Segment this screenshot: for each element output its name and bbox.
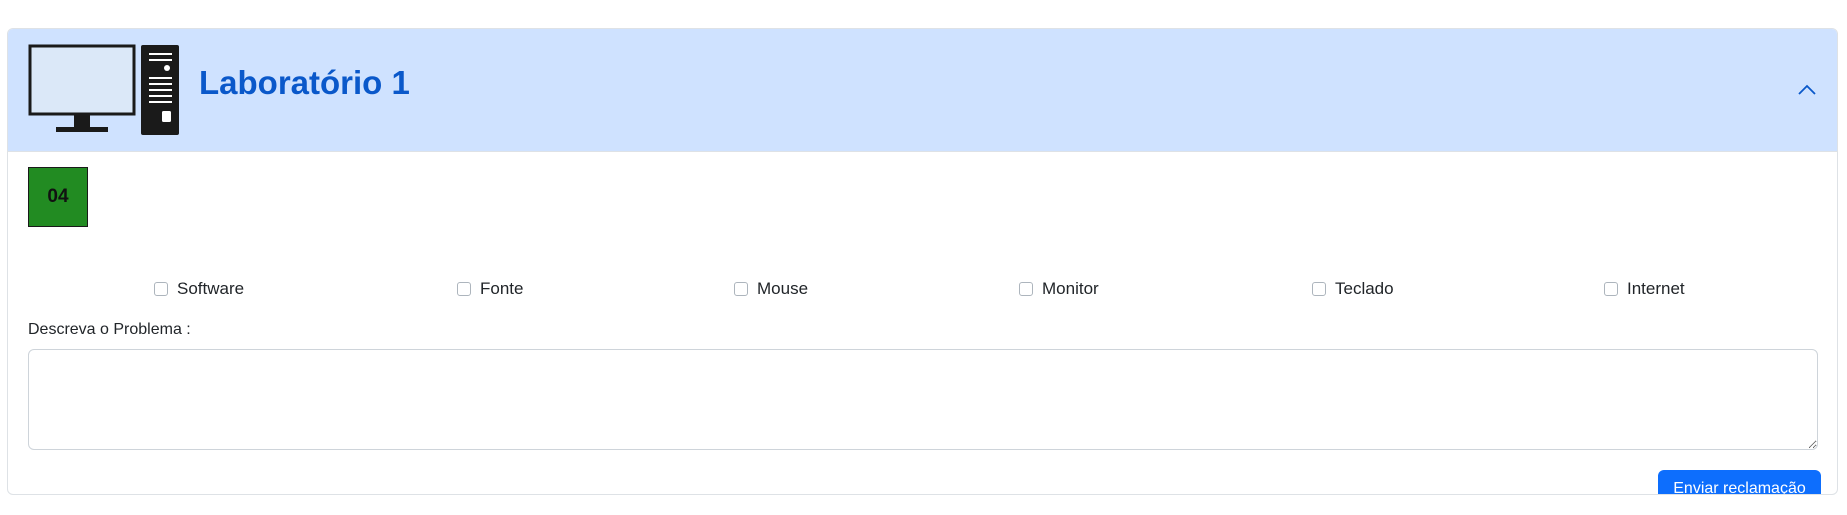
checkbox-teclado-label: Teclado bbox=[1335, 279, 1394, 298]
checkbox-mouse-label: Mouse bbox=[757, 279, 809, 298]
checkbox-internet-box[interactable] bbox=[1604, 282, 1618, 296]
checkbox-monitor-label: Monitor bbox=[1042, 279, 1099, 298]
checkbox-mouse-box[interactable] bbox=[734, 282, 748, 296]
checkbox-internet[interactable]: Internet bbox=[1604, 277, 1685, 301]
lab-card: Laboratório 1 04 Software Fonte Mouse Mo… bbox=[7, 28, 1838, 495]
lab-card-header[interactable]: Laboratório 1 bbox=[8, 29, 1837, 152]
machine-number-badge[interactable]: 04 bbox=[28, 167, 88, 227]
checkbox-monitor[interactable]: Monitor bbox=[1019, 277, 1099, 301]
checkbox-internet-label: Internet bbox=[1627, 279, 1685, 298]
checkbox-mouse[interactable]: Mouse bbox=[734, 277, 808, 301]
computer-icon bbox=[28, 44, 179, 135]
collapse-button[interactable] bbox=[1777, 65, 1837, 115]
checkbox-fonte-label: Fonte bbox=[480, 279, 524, 298]
checkbox-fonte[interactable]: Fonte bbox=[457, 277, 523, 301]
lab-title: Laboratório 1 bbox=[199, 64, 410, 101]
problem-checkbox-group: Software Fonte Mouse Monitor Teclado Int… bbox=[8, 277, 1837, 301]
submit-complaint-button[interactable]: Enviar reclamação bbox=[1658, 470, 1821, 494]
description-textarea[interactable] bbox=[28, 349, 1818, 450]
checkbox-teclado-box[interactable] bbox=[1312, 282, 1326, 296]
description-label: Descreva o Problema : bbox=[28, 321, 191, 338]
checkbox-teclado[interactable]: Teclado bbox=[1312, 277, 1394, 301]
chevron-up-icon bbox=[1798, 84, 1816, 95]
checkbox-fonte-box[interactable] bbox=[457, 282, 471, 296]
checkbox-monitor-box[interactable] bbox=[1019, 282, 1033, 296]
checkbox-software-label: Software bbox=[177, 279, 245, 298]
checkbox-software-box[interactable] bbox=[154, 282, 168, 296]
checkbox-software[interactable]: Software bbox=[154, 277, 244, 301]
